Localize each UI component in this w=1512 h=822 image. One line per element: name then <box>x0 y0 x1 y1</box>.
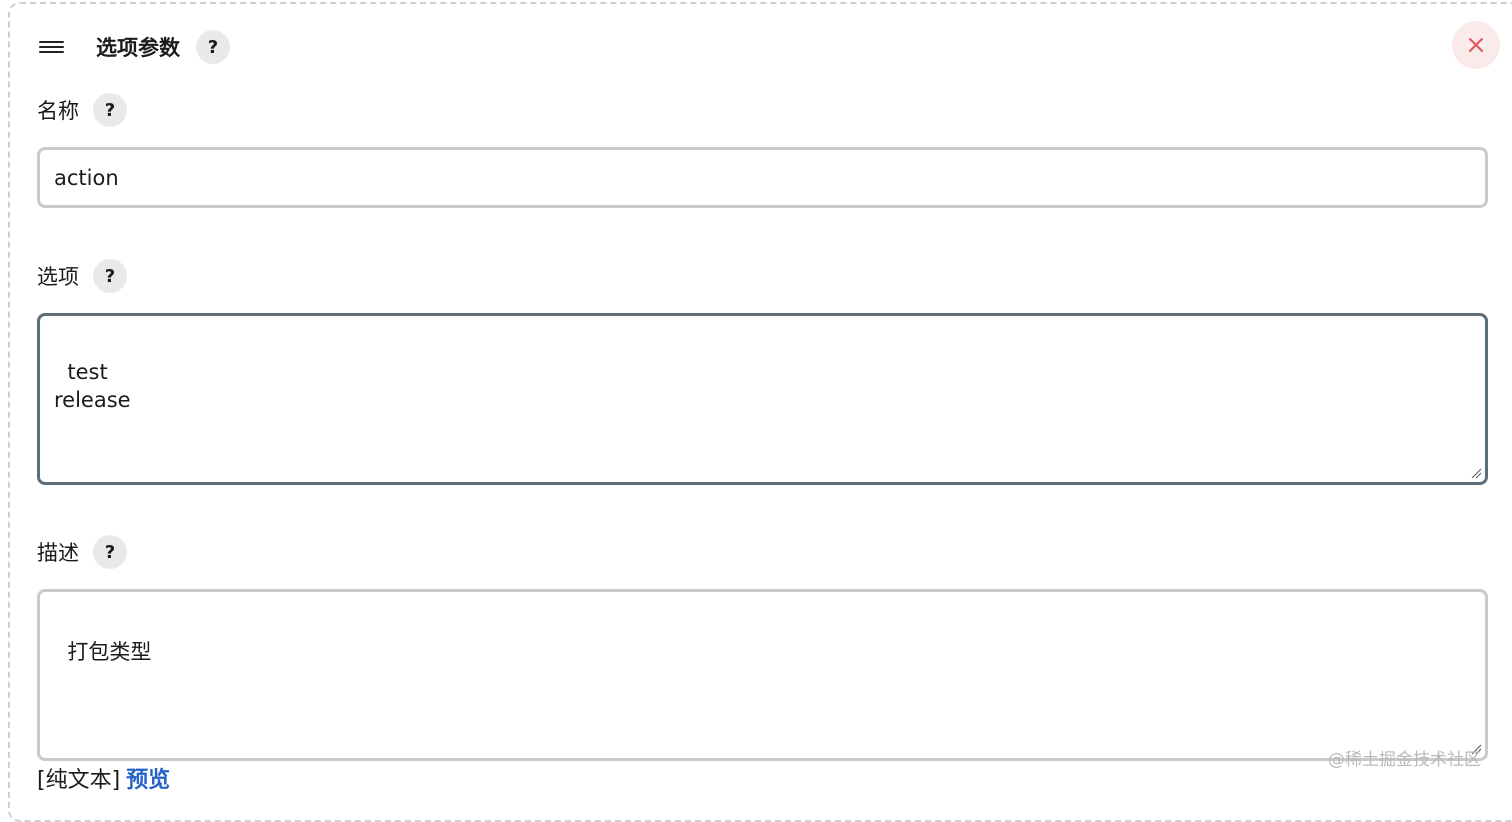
description-footer: [纯文本] 预览 <box>37 762 170 794</box>
watermark: @稀土掘金技术社区 <box>1328 750 1481 770</box>
choices-textarea[interactable]: test release <box>37 313 1488 485</box>
preview-link[interactable]: 预览 <box>126 762 170 794</box>
name-label-text: 名称 <box>37 99 79 123</box>
resize-grip-icon[interactable] <box>1470 467 1482 479</box>
description-field-label: 描述 ? <box>37 535 127 569</box>
name-field-label: 名称 ? <box>37 93 127 127</box>
help-icon[interactable]: ? <box>196 30 230 64</box>
plain-text-label: [纯文本] <box>37 768 121 793</box>
choices-label-text: 选项 <box>37 265 79 289</box>
choices-textarea-value: test release <box>54 360 131 412</box>
drag-handle-icon[interactable] <box>36 38 66 56</box>
name-help-icon[interactable]: ? <box>93 93 127 127</box>
panel-header: 选项参数 ? <box>36 28 230 66</box>
description-textarea[interactable]: 打包类型 <box>37 589 1488 761</box>
choices-help-icon[interactable]: ? <box>93 259 127 293</box>
close-icon <box>1469 38 1483 52</box>
choices-field-label: 选项 ? <box>37 259 127 293</box>
description-help-icon[interactable]: ? <box>93 535 127 569</box>
name-input[interactable]: action <box>37 147 1488 208</box>
close-button[interactable] <box>1452 21 1500 69</box>
panel-title: 选项参数 <box>96 36 180 60</box>
description-label-text: 描述 <box>37 541 79 565</box>
description-textarea-value: 打包类型 <box>67 640 152 664</box>
